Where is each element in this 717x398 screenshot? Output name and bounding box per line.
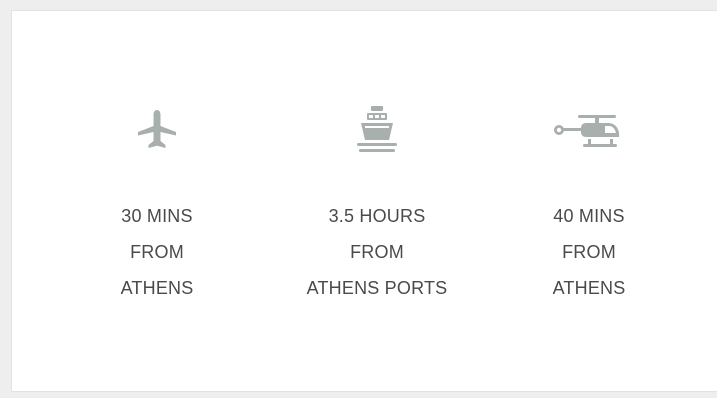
travel-from-label: FROM xyxy=(350,242,404,262)
travel-origin: ATHENS xyxy=(120,278,194,298)
airplane-icon xyxy=(117,103,197,157)
travel-time-text: 40 MINS FROM ATHENS xyxy=(489,198,689,306)
travel-duration: 30 MINS xyxy=(121,206,193,226)
ship-icon xyxy=(337,103,417,157)
travel-from-label: FROM xyxy=(562,242,616,262)
travel-option-plane: 30 MINS FROM ATHENS xyxy=(57,11,257,391)
helicopter-icon xyxy=(549,103,629,157)
travel-origin: ATHENS PORTS xyxy=(306,278,448,298)
travel-time-text: 3.5 HOURS FROM ATHENS PORTS xyxy=(277,198,477,306)
travel-option-ship: 3.5 HOURS FROM ATHENS PORTS xyxy=(277,11,477,391)
travel-time-text: 30 MINS FROM ATHENS xyxy=(57,198,257,306)
travel-info-card: 30 MINS FROM ATHENS 3.5 HOURS FROM ATHEN… xyxy=(11,10,717,392)
travel-from-label: FROM xyxy=(130,242,184,262)
travel-duration: 40 MINS xyxy=(553,206,625,226)
travel-origin: ATHENS xyxy=(552,278,626,298)
travel-duration: 3.5 HOURS xyxy=(328,206,426,226)
travel-option-helicopter: 40 MINS FROM ATHENS xyxy=(489,11,689,391)
